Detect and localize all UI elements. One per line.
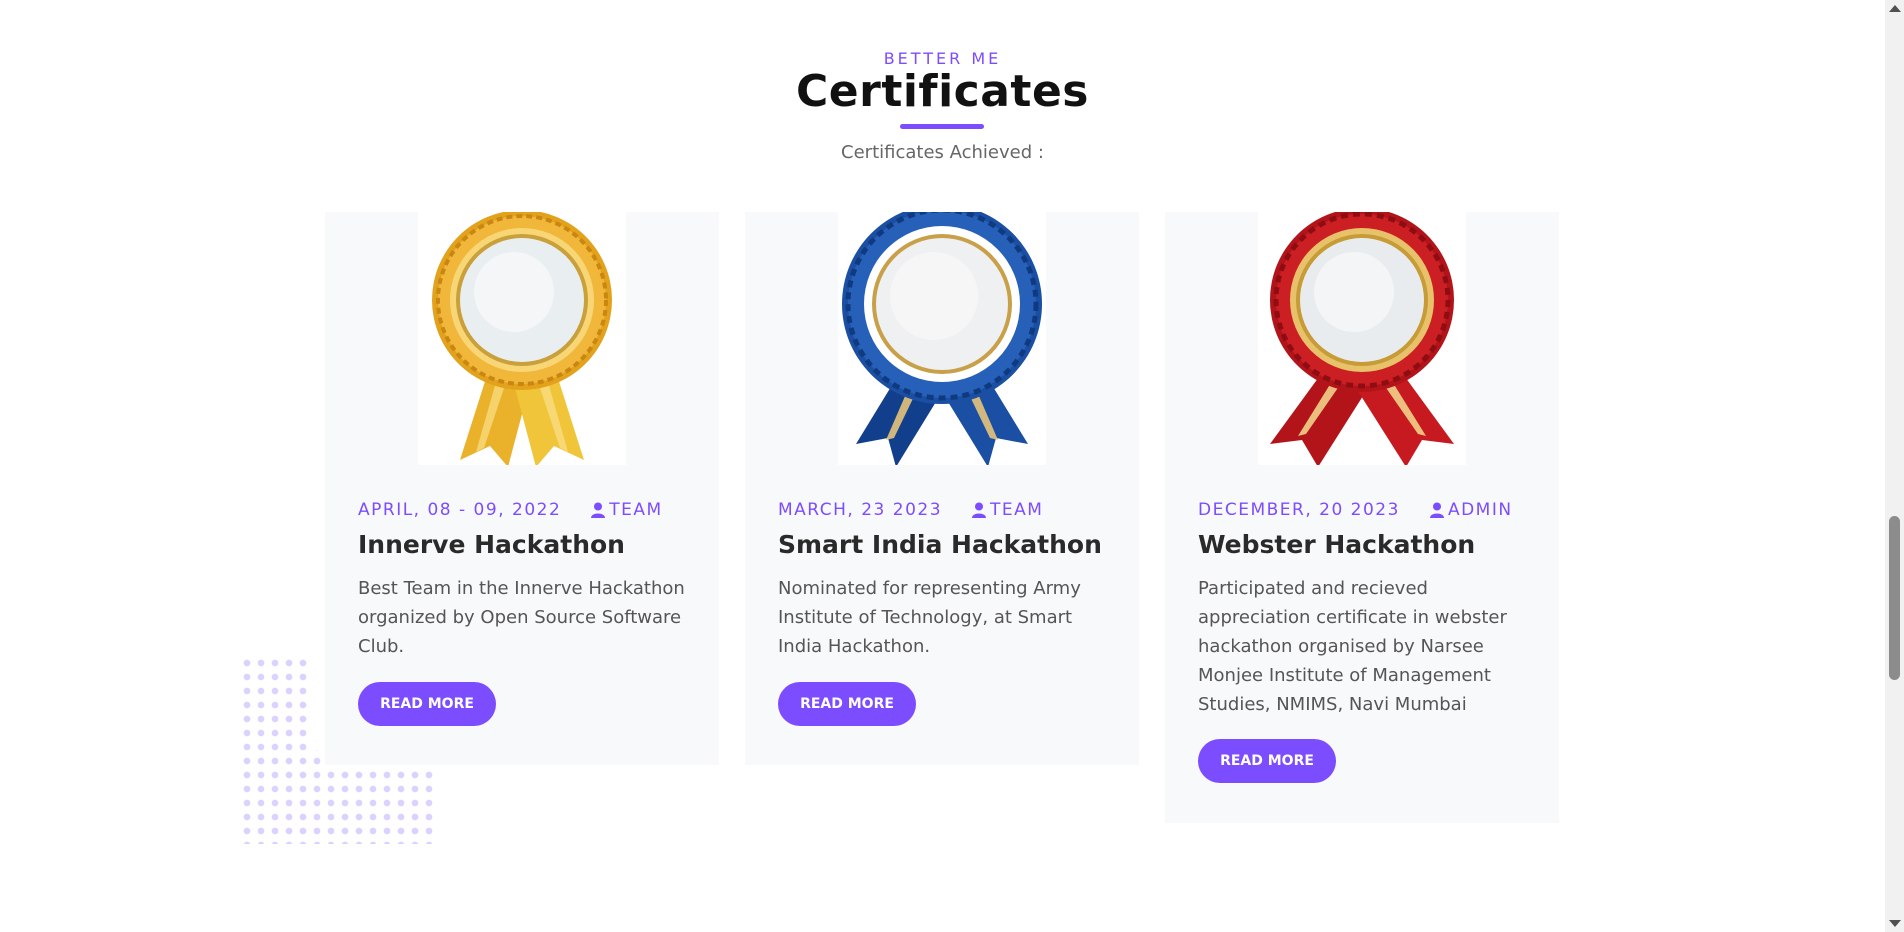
card-meta: APRIL, 08 - 09, 2022 TEAM [358, 500, 663, 520]
title-underline [900, 124, 984, 129]
card-author: TEAM [591, 500, 662, 520]
section-subtitle: Certificates Achieved : [841, 142, 1044, 163]
certificate-image [838, 212, 1046, 465]
card-author-label: TEAM [990, 500, 1044, 520]
award-ribbon-icon [1270, 212, 1454, 465]
certificate-card: DECEMBER, 20 2023 ADMIN Webster Hackatho… [1165, 212, 1559, 823]
card-description: Participated and recieved appreciation c… [1198, 578, 1507, 715]
user-icon [1429, 502, 1444, 518]
card-author: ADMIN [1429, 500, 1513, 520]
card-meta: DECEMBER, 20 2023 ADMIN [1198, 500, 1513, 520]
read-more-button[interactable]: READ MORE [358, 682, 496, 726]
read-more-button[interactable]: READ MORE [778, 682, 916, 726]
certificate-card: APRIL, 08 - 09, 2022 TEAM Innerve Hackat… [325, 212, 719, 765]
card-date: DECEMBER, 20 2023 [1198, 500, 1400, 520]
user-icon [591, 502, 606, 518]
award-ribbon-icon [432, 212, 612, 465]
card-title[interactable]: Innerve Hackathon [358, 530, 625, 559]
scroll-down-arrow-icon[interactable] [1889, 920, 1901, 927]
section-title: Certificates [795, 66, 1089, 117]
card-description: Best Team in the Innerve Hackathon organ… [358, 578, 685, 657]
award-ribbon-icon [842, 212, 1042, 465]
scrollbar-thumb[interactable] [1889, 516, 1900, 680]
certificates-section: BETTER ME Certificates Certificates Achi… [0, 0, 1885, 932]
read-more-button[interactable]: READ MORE [1198, 739, 1336, 783]
user-icon [972, 502, 987, 518]
card-author-label: ADMIN [1447, 500, 1513, 520]
card-description: Nominated for representing Army Institut… [778, 578, 1081, 657]
scroll-up-arrow-icon[interactable] [1889, 5, 1901, 12]
card-meta: MARCH, 23 2023 TEAM [778, 500, 1043, 520]
card-date: MARCH, 23 2023 [778, 500, 943, 520]
certificate-image [418, 212, 626, 465]
card-author: TEAM [972, 500, 1043, 520]
certificate-card: MARCH, 23 2023 TEAM Smart India Hackatho… [745, 212, 1139, 765]
certificate-image [1258, 212, 1466, 465]
vertical-scrollbar[interactable] [1885, 0, 1904, 932]
card-title[interactable]: Smart India Hackathon [778, 530, 1102, 559]
card-date: APRIL, 08 - 09, 2022 [358, 500, 562, 520]
card-author-label: TEAM [609, 500, 663, 520]
card-title[interactable]: Webster Hackathon [1198, 530, 1475, 559]
